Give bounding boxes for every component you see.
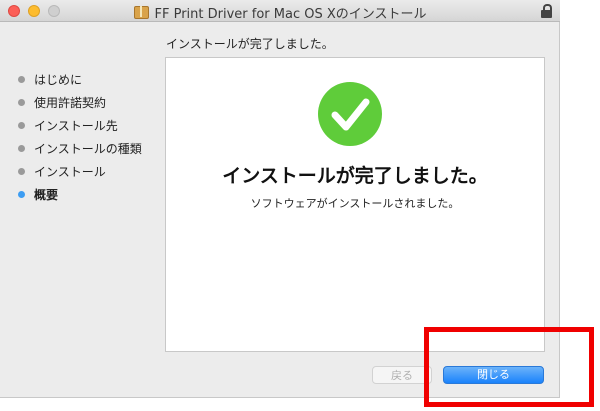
sidebar-step-introduction: はじめに <box>18 70 158 93</box>
step-dot-icon <box>18 191 25 198</box>
back-button[interactable]: 戻る <box>372 366 432 384</box>
completion-subtitle: ソフトウェアがインストールされました。 <box>250 197 460 210</box>
completion-title: インストールが完了しました。 <box>222 165 488 187</box>
checkmark-icon <box>318 82 382 146</box>
step-dot-icon <box>18 168 25 175</box>
step-label: インストールの種類 <box>34 142 142 156</box>
window-title-container: FF Print Driver for Mac OS Xのインストール <box>0 3 560 22</box>
step-dot-icon <box>18 122 25 129</box>
step-label: はじめに <box>34 73 83 87</box>
step-label: 使用許諾契約 <box>34 96 107 110</box>
step-dot-icon <box>18 76 25 83</box>
sidebar-step-summary: 概要 <box>18 185 158 208</box>
window-title: FF Print Driver for Mac OS Xのインストール <box>154 7 427 22</box>
content-panel: インストールが完了しました。 ソフトウェアがインストールされました。 <box>165 57 545 352</box>
sidebar-step-destination: インストール先 <box>18 116 158 139</box>
step-sidebar: はじめに 使用許諾契約 インストール先 インストールの種類 インストール 概要 <box>18 70 158 208</box>
step-label: 概要 <box>34 188 59 202</box>
page-header: インストールが完了しました。 <box>166 37 334 51</box>
step-label: インストール <box>34 165 106 179</box>
sidebar-step-installation: インストール <box>18 162 158 185</box>
step-dot-icon <box>18 145 25 152</box>
package-icon <box>133 6 149 19</box>
highlight-box <box>424 327 594 407</box>
title-bar[interactable]: FF Print Driver for Mac OS Xのインストール <box>0 0 560 22</box>
step-label: インストール先 <box>34 119 118 133</box>
lock-icon <box>541 4 552 18</box>
step-dot-icon <box>18 99 25 106</box>
sidebar-step-installation-type: インストールの種類 <box>18 139 158 162</box>
sidebar-step-license: 使用許諾契約 <box>18 93 158 116</box>
